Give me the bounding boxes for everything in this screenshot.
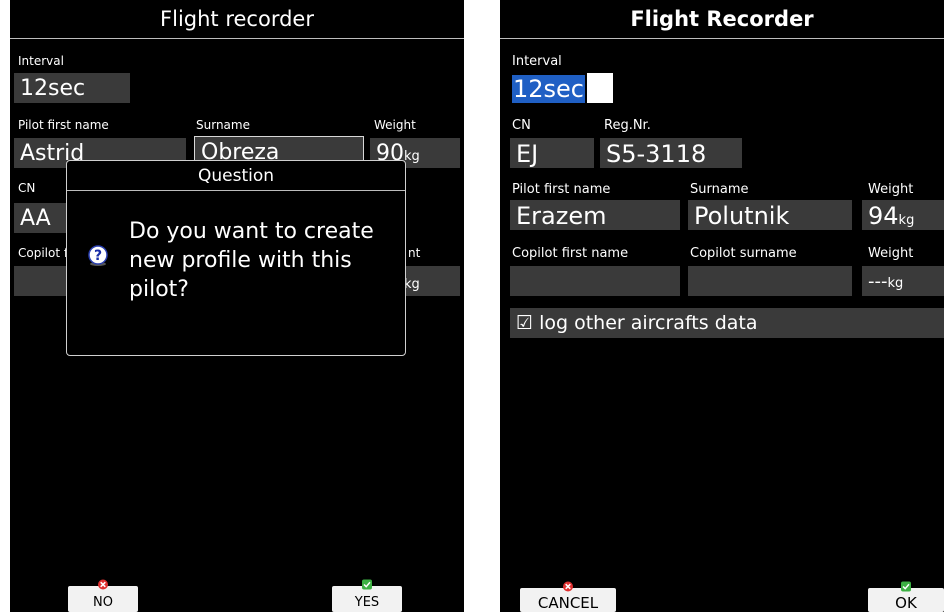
text-cursor: [587, 73, 614, 103]
no-button[interactable]: NO: [68, 579, 138, 612]
copilot-first-name-field[interactable]: [510, 266, 680, 296]
svg-text:?: ?: [94, 248, 102, 264]
copilot-first-name-label: Copilot first name: [512, 246, 629, 261]
weight-label: Weight: [868, 182, 914, 197]
close-icon: [563, 581, 573, 592]
cn-label: CN: [18, 181, 36, 195]
page-title: Flight recorder: [160, 7, 314, 31]
reg-nr-label: Reg.Nr.: [604, 118, 651, 133]
copilot-weight-label: nt: [408, 246, 421, 260]
surname-field[interactable]: Polutnik: [688, 200, 852, 230]
check-icon: [901, 581, 911, 592]
copilot-weight-field[interactable]: kg: [400, 266, 460, 296]
close-icon: [98, 579, 108, 590]
weight-unit: kg: [404, 149, 420, 164]
yes-button[interactable]: YES: [332, 579, 402, 612]
reg-nr-field[interactable]: S5-3118: [600, 138, 742, 168]
flight-recorder-screen-right: Flight Recorder Interval 12sec CN EJ Reg…: [500, 0, 944, 612]
cn-field[interactable]: AA: [14, 203, 74, 233]
dialog-divider: [67, 190, 405, 191]
copilot-weight-unit: kg: [887, 276, 904, 291]
copilot-weight-unit: kg: [404, 277, 420, 292]
weight-field[interactable]: 94kg: [862, 200, 944, 230]
cn-field[interactable]: EJ: [510, 138, 594, 168]
weight-label: Weight: [374, 118, 416, 132]
copilot-weight-value: ---: [868, 271, 888, 292]
cancel-button-label: CANCEL: [537, 594, 599, 612]
surname-label: Surname: [690, 182, 749, 197]
cancel-button[interactable]: CANCEL: [520, 581, 616, 612]
ok-button-label: OK: [895, 594, 917, 612]
interval-label: Interval: [18, 54, 64, 68]
ok-button[interactable]: OK: [868, 581, 944, 612]
check-icon: [362, 579, 372, 590]
page-title: Flight Recorder: [630, 7, 814, 31]
pilot-first-name-label: Pilot first name: [512, 182, 611, 197]
interval-field[interactable]: 12sec: [14, 73, 130, 103]
question-icon: ?: [88, 245, 108, 266]
copilot-surname-field[interactable]: [688, 266, 852, 296]
yes-button-label: YES: [354, 595, 380, 610]
copilot-weight-label: Weight: [868, 246, 914, 261]
flight-recorder-screen-left: Flight recorder Interval 12sec Pilot fir…: [10, 0, 464, 612]
pilot-first-name-field[interactable]: Erazem: [510, 200, 680, 230]
copilot-weight-field[interactable]: ---kg: [862, 266, 944, 296]
weight-unit: kg: [898, 213, 915, 228]
copilot-first-name-field[interactable]: [14, 266, 74, 296]
weight-value: 94: [868, 202, 899, 230]
title-divider: [10, 38, 464, 39]
dialog-message: Do you want to create new profile with t…: [129, 219, 374, 302]
interval-field[interactable]: 12sec: [510, 73, 622, 103]
copilot-first-name-label: Copilot f: [18, 246, 69, 260]
pilot-first-name-label: Pilot first name: [18, 118, 109, 132]
interval-value-selected: 12sec: [512, 75, 586, 103]
dialog-title: Question: [197, 166, 275, 186]
log-other-aircrafts-checkbox[interactable]: ☑ log other aircrafts data: [510, 308, 944, 338]
no-button-label: NO: [93, 595, 113, 610]
surname-label: Surname: [196, 118, 250, 132]
cn-label: CN: [512, 118, 531, 133]
interval-label: Interval: [512, 54, 562, 69]
copilot-surname-label: Copilot surname: [690, 246, 797, 261]
title-divider: [500, 38, 944, 39]
question-dialog: Question ? Do you want to create new pro…: [66, 160, 406, 356]
